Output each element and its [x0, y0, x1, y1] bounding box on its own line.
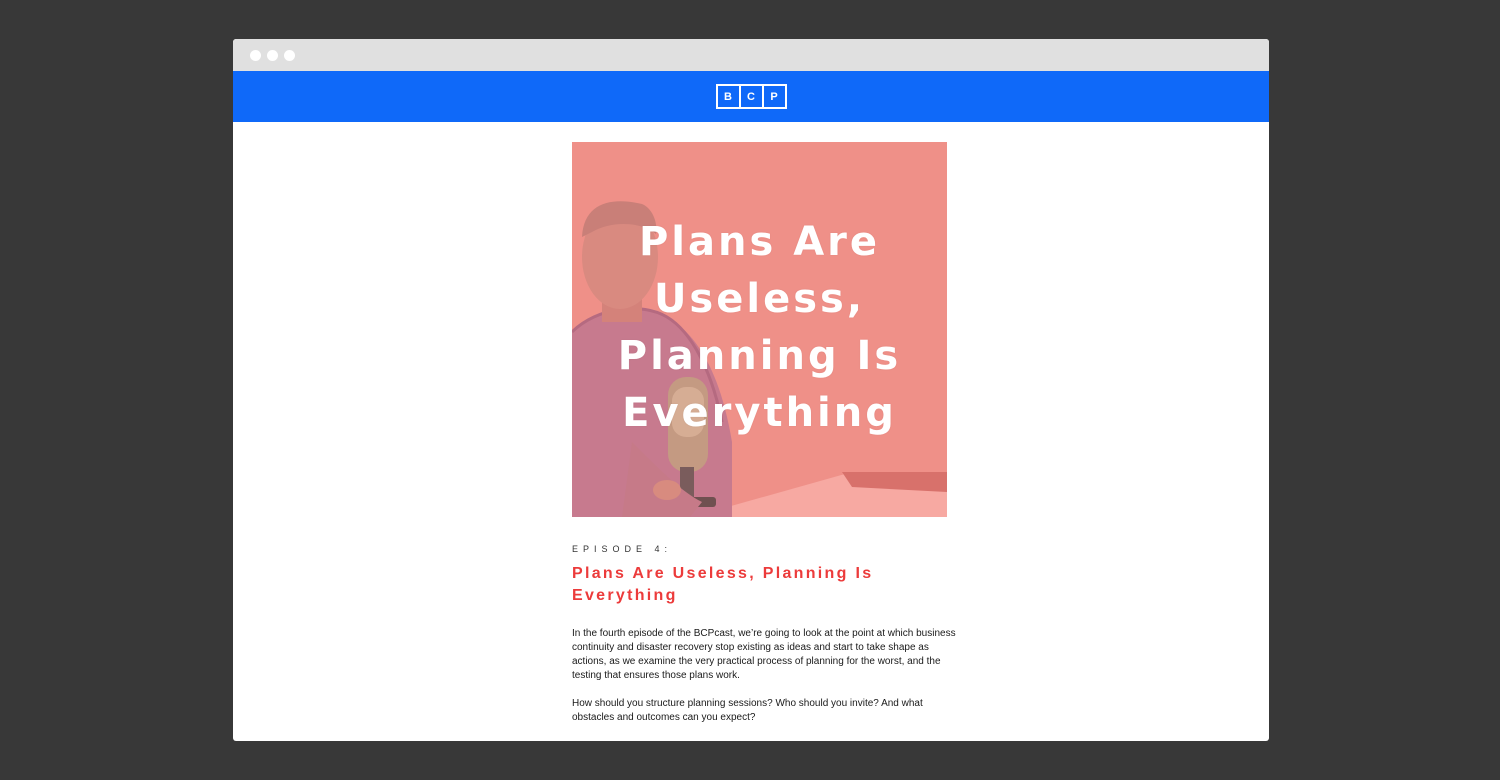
- episode-number-label: EPISODE 4:: [572, 544, 673, 554]
- hero-title: Plans Are Useless, Planning Is Everythin…: [617, 219, 902, 436]
- episode-title: Plans Are Useless, Planning Is Everythin…: [572, 565, 874, 604]
- close-window-dot[interactable]: [250, 50, 261, 61]
- logo-letter-c: C: [738, 84, 764, 109]
- maximize-window-dot[interactable]: [284, 50, 295, 61]
- episode-content: Plans Are Useless, Planning Is Everythin…: [572, 142, 957, 735]
- site-header: B C P: [233, 71, 1269, 122]
- episode-description-paragraph: In the fourth episode of the BCPcast, we…: [572, 628, 956, 681]
- minimize-window-dot[interactable]: [267, 50, 278, 61]
- browser-window: B C P Plans Are Useless, Planning Is Eve…: [233, 39, 1269, 741]
- logo-letter-b: B: [715, 84, 741, 109]
- browser-titlebar: [233, 39, 1269, 71]
- episode-questions-paragraph: How should you structure planning sessio…: [572, 698, 923, 723]
- bcp-logo[interactable]: B C P: [715, 84, 787, 109]
- logo-letter-p: P: [761, 84, 787, 109]
- episode-hero-image: Plans Are Useless, Planning Is Everythin…: [572, 142, 947, 517]
